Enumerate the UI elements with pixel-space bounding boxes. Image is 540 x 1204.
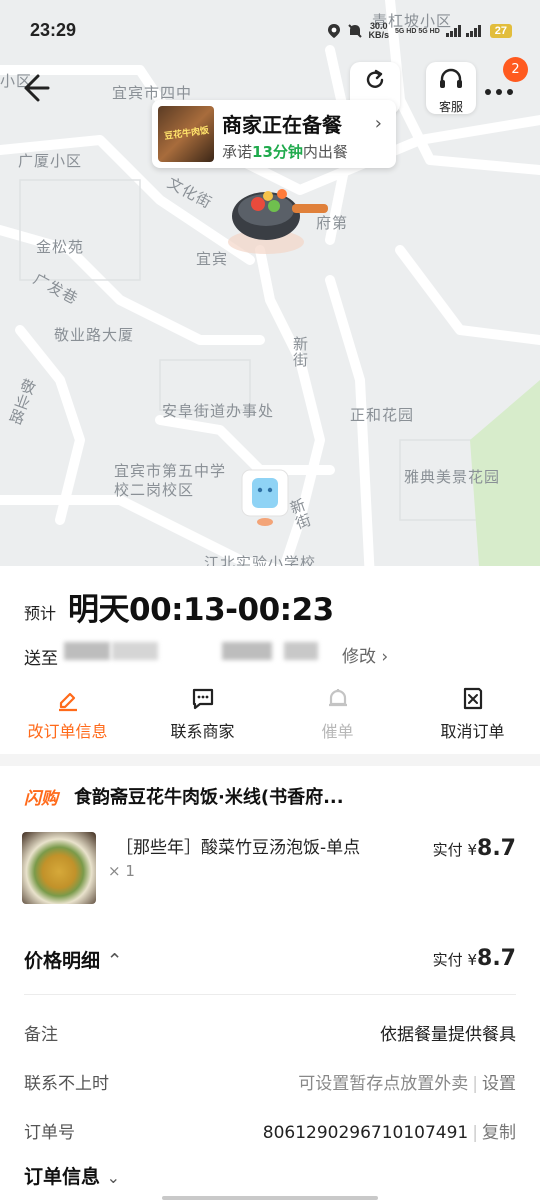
clock: 23:29 <box>30 20 77 40</box>
map-label: 宜宾市第五中学校二岗校区 <box>114 462 227 499</box>
eta-time: 明天00:13-00:23 <box>68 592 334 628</box>
map-label: 敬业路大厦 <box>54 326 135 344</box>
divider <box>24 994 516 995</box>
order-number-label: 订单号 <box>24 1123 75 1143</box>
network-speed: 30.0 KB/s <box>368 21 390 40</box>
chevron-up-icon: ⌃ <box>106 950 123 972</box>
copy-order-number-button[interactable]: 复制 <box>482 1123 516 1143</box>
unreachable-value: 可设置暂存点放置外卖 | 设置 <box>298 1074 516 1094</box>
home-indicator[interactable] <box>162 1196 378 1200</box>
merchant-thumbnail: 豆花牛肉饭 <box>158 106 214 162</box>
mute-icon <box>347 24 362 38</box>
modify-address-link[interactable]: 修改 › <box>342 642 388 667</box>
customer-service-button[interactable]: 客服 <box>426 62 476 114</box>
item-quantity: × 1 <box>108 862 135 880</box>
urge-order-button[interactable]: 催单 <box>270 686 405 746</box>
redacted-address <box>222 642 272 660</box>
merchant-status-subtitle: 承诺13分钟内出餐 <box>222 143 348 161</box>
merchant-status-bubble[interactable]: 豆花牛肉饭 商家正在备餐 › 承诺13分钟内出餐 <box>152 100 396 168</box>
service-label: 客服 <box>438 100 463 114</box>
refresh-icon <box>366 69 384 88</box>
status-bar: 23:29 30.0 KB/s 5G HD 5G HD 27 <box>0 0 540 62</box>
map-label: 正和花园 <box>350 406 415 424</box>
set-drop-point-link[interactable]: 设置 <box>482 1074 516 1094</box>
address-label: 送至 <box>24 649 58 669</box>
chevron-down-icon: ⌄ <box>106 1168 121 1187</box>
price-detail-toggle[interactable]: 价格明细 ⌃ <box>24 946 123 973</box>
network-type: 5G HD 5G HD <box>395 27 440 35</box>
total-paid-price: 实付 ¥8.7 <box>432 946 516 971</box>
order-detail-card: 闪购 食韵斋豆花牛肉饭·米线(书香府... ［那些年］酸菜竹豆汤泡饭-单点 × … <box>0 766 540 1204</box>
battery-indicator: 27 <box>489 24 512 38</box>
order-info-toggle[interactable]: 订单信息 ⌄ <box>24 1162 120 1189</box>
map-label: 新街 <box>291 336 309 368</box>
shop-name[interactable]: 食韵斋豆花牛肉饭·米线(书香府... <box>74 783 344 809</box>
flash-purchase-tag: 闪购 <box>24 789 58 809</box>
location-icon <box>327 24 340 38</box>
bell-icon <box>328 689 347 707</box>
redacted-address <box>284 642 318 660</box>
rider-location-icon <box>241 469 289 526</box>
note-value: 依据餐量提供餐具 <box>380 1025 516 1045</box>
unreachable-label: 联系不上时 <box>24 1074 109 1094</box>
cancel-doc-icon <box>463 687 482 710</box>
edit-order-button[interactable]: 改订单信息 <box>0 686 135 746</box>
order-number-value: 8061290296710107491 | 复制 <box>262 1123 516 1143</box>
delivery-card: 预计 明天00:13-00:23 送至 修改 › 改订单信息 联系商家 催单 取… <box>0 566 540 754</box>
item-paid-price: 实付 ¥8.7 <box>432 836 516 861</box>
eta-label: 预计 <box>24 604 57 623</box>
order-sheet: 预计 明天00:13-00:23 送至 修改 › 改订单信息 联系商家 催单 取… <box>0 566 540 1204</box>
notification-badge: 2 <box>503 57 528 82</box>
redacted-address <box>112 642 158 660</box>
contact-merchant-button[interactable]: 联系商家 <box>135 686 270 746</box>
status-icons: 30.0 KB/s 5G HD 5G HD 27 <box>327 21 512 40</box>
map-label: 安阜街道办事处 <box>162 402 275 420</box>
redacted-address <box>64 642 110 660</box>
map-label: 广厦小区 <box>18 152 83 170</box>
food-image <box>22 832 96 904</box>
headset-icon <box>440 68 462 88</box>
map-label: 金松苑 <box>36 238 85 256</box>
chevron-right-icon: › <box>374 113 382 134</box>
map-label: 雅典美景花园 <box>404 468 501 486</box>
signal-icon <box>445 25 481 37</box>
cancel-order-button[interactable]: 取消订单 <box>405 686 540 746</box>
order-actions: 改订单信息 联系商家 催单 取消订单 <box>0 686 540 746</box>
chat-icon <box>192 688 213 710</box>
back-arrow-icon[interactable] <box>16 70 56 106</box>
item-name: ［那些年］酸菜竹豆汤泡饭-单点 <box>116 838 361 858</box>
note-label: 备注 <box>24 1025 58 1045</box>
cooking-pan-icon <box>228 189 328 254</box>
merchant-status-title: 商家正在备餐 <box>222 113 342 137</box>
edit-icon <box>58 692 77 712</box>
